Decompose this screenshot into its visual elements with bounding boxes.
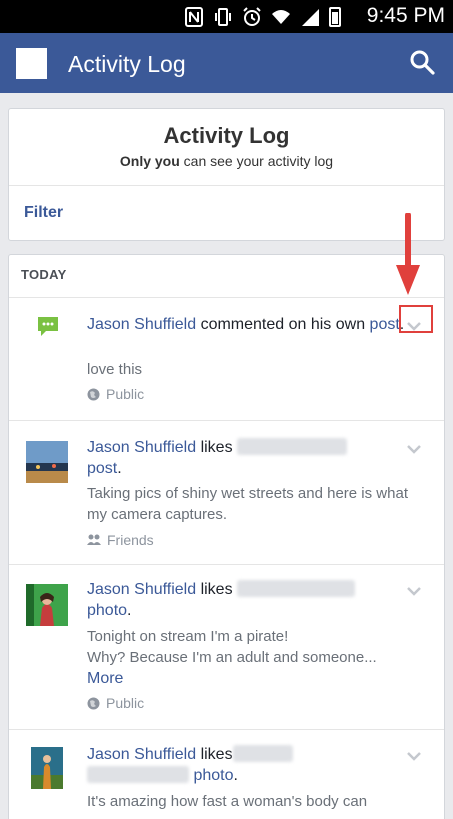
object-link[interactable]: photo: [193, 767, 233, 784]
action-text: likes: [196, 746, 233, 763]
audience-label: Friends: [107, 532, 154, 548]
actor-link[interactable]: Jason Shuffield: [87, 581, 196, 598]
divider: [9, 185, 444, 186]
globe-icon: [87, 697, 100, 709]
action-text: commented on his own: [196, 316, 370, 333]
comment-icon: [38, 317, 58, 336]
section-label: TODAY: [21, 267, 67, 282]
audience: Public: [87, 386, 144, 402]
status-icons: [184, 6, 341, 28]
more-link[interactable]: More: [87, 670, 123, 687]
annotation-arrow-icon: [396, 213, 420, 295]
annotation-highlight-box: [399, 305, 433, 333]
search-icon[interactable]: [409, 49, 435, 75]
object-link[interactable]: post: [87, 460, 117, 477]
redacted-name: [237, 438, 348, 455]
divider: [9, 729, 444, 730]
end-punct: .: [233, 767, 238, 784]
chevron-down-icon[interactable]: [406, 443, 422, 455]
divider: [9, 564, 444, 565]
actor-link[interactable]: Jason Shuffield: [87, 746, 196, 763]
post-thumbnail: [26, 441, 68, 483]
actor-link[interactable]: Jason Shuffield: [87, 316, 196, 333]
action-text: likes: [196, 581, 238, 598]
audience-label: Public: [106, 695, 145, 711]
audience-label: Public: [106, 386, 145, 402]
globe-icon: [87, 388, 100, 400]
wifi-icon: [272, 10, 290, 24]
activity-text: Jason Shuffield likes photo.: [87, 579, 417, 621]
object-link[interactable]: post: [370, 316, 400, 333]
activity-body: Tonight on stream I'm a pirate! Why? Bec…: [87, 626, 422, 689]
privacy-note-rest: can see your activity log: [179, 153, 334, 169]
activity-body: It's amazing how fast a woman's body can: [87, 793, 368, 810]
redacted-name: [232, 745, 293, 762]
friends-icon: [87, 534, 101, 545]
signal-icon: [302, 9, 319, 26]
status-bar: 9:45 PM: [0, 0, 453, 33]
activity-log-header-card: Activity Log Only you can see your activ…: [8, 108, 445, 241]
activity-body-text: Tonight on stream I'm a pirate! Why? Bec…: [87, 628, 377, 666]
redacted-name: [237, 580, 356, 597]
alarm-icon: [243, 7, 261, 26]
photo-thumbnail: [31, 747, 63, 789]
app-bar: Activity Log: [0, 33, 453, 93]
end-punct: .: [117, 460, 122, 477]
privacy-note-bold: Only you: [119, 153, 180, 169]
activity-text: Jason Shuffield commented on his own pos…: [87, 314, 417, 335]
activity-body: Taking pics of shiny wet streets and her…: [87, 485, 408, 523]
actor-link[interactable]: Jason Shuffield: [87, 439, 196, 456]
audience: Public: [87, 695, 144, 711]
activity-text: Jason Shuffield likes photo.: [87, 744, 417, 786]
battery-icon: [329, 7, 341, 27]
end-punct: .: [127, 602, 132, 619]
action-text: likes: [196, 439, 238, 456]
chevron-down-icon[interactable]: [406, 750, 422, 762]
divider: [9, 420, 444, 421]
audience: Friends: [87, 532, 154, 548]
privacy-note: Only you can see your activity log: [9, 153, 444, 169]
activity-body: love this: [87, 361, 143, 378]
photo-thumbnail: [26, 584, 68, 626]
app-logo-icon[interactable]: [16, 48, 47, 79]
chevron-down-icon[interactable]: [406, 585, 422, 597]
page-title: Activity Log: [163, 123, 290, 148]
app-bar-title: Activity Log: [68, 51, 186, 77]
vibrate-icon: [215, 8, 231, 26]
activity-text: Jason Shuffield likes post.: [87, 437, 417, 479]
filter-button[interactable]: Filter: [24, 204, 63, 222]
activity-feed-card: TODAY Jason Shuffield commented on his o…: [8, 254, 445, 819]
redacted-name: [87, 766, 189, 783]
divider: [9, 297, 444, 298]
clock: 9:45 PM: [366, 4, 445, 27]
nfc-icon: [185, 7, 203, 27]
object-link[interactable]: photo: [87, 602, 127, 619]
